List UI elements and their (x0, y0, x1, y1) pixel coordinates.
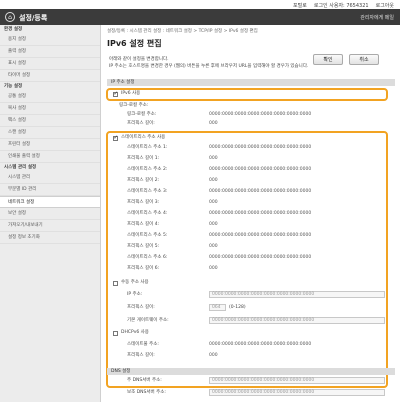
stateless-row-value: 0000:0000:0000:0000:0000:0000:0000:0000 (209, 167, 312, 172)
ok-button[interactable]: 확인 (313, 54, 343, 65)
stateless-row-label: 스테이트리스 주소 2: (127, 167, 168, 172)
dns-secondary-label: 보조 DNS서버 주소: (127, 390, 166, 395)
main-panel: 설정/등록 : 시스템 관리 설정 : 네트워크 설정 > TCP/IP 설정 … (101, 25, 400, 402)
stateless-row-label: 프리픽스 길이 5: (127, 244, 160, 249)
sidebar-item-printer[interactable]: 프린터 설정 (0, 139, 100, 151)
stateless-row-label: 스테이트리스 주소 6: (127, 255, 168, 260)
description-line: IP 주소는 호스트명을 변경한 경우 (웹의) 버튼을 누른 후에 브라우저 … (109, 63, 309, 69)
stateful-address-label: 스테이트풀 주소: (127, 342, 159, 347)
dhcpv6-checkbox[interactable] (113, 331, 118, 336)
stateless-row-label: 스테이트리스 주소 1: (127, 145, 168, 150)
stateless-row-label: 프리픽스 길이 3: (127, 200, 160, 205)
use-ipv6-label: IPv6 사용 (121, 91, 141, 96)
manual-address-label: 수동 주소 사용 (121, 280, 149, 285)
sidebar-item-scan[interactable]: 스캔 설정 (0, 127, 100, 139)
dhcpv6-label: DHCPv6 사용 (121, 330, 149, 335)
sidebar-item-system[interactable]: 시스템 관리 (0, 172, 100, 184)
stateless-row-value: 000 (209, 156, 218, 161)
stateless-label: 스테이트리스 주소 사용 (121, 135, 166, 140)
sidebar-item-timer[interactable]: 타이머 설정 (0, 70, 100, 82)
sidebar-item-dept-id[interactable]: 부문별 ID 관리 (0, 184, 100, 196)
link-local-prefix-label: 프리픽스 길이: (127, 121, 155, 126)
sidebar-item-security[interactable]: 보안 설정 (0, 208, 100, 220)
link-local-prefix-value: 000 (209, 121, 218, 126)
stateless-row-label: 프리픽스 길이 2: (127, 178, 160, 183)
breadcrumb: 설정/등록 : 시스템 관리 설정 : 네트워크 설정 > TCP/IP 설정 … (107, 29, 258, 34)
manual-gateway-input[interactable]: 0000:0000:0000:0000:0000:0000:0000:0000 (209, 317, 385, 324)
app-header: ⌂ 설정/등록 관리자에게 메일 (0, 9, 400, 25)
app-title: 설정/등록 (19, 14, 48, 22)
stateful-prefix-value: 000 (209, 353, 218, 358)
stateful-prefix-label: 프리픽스 길이: (127, 353, 155, 358)
stateless-row-value: 0000:0000:0000:0000:0000:0000:0000:0000 (209, 255, 312, 260)
stateless-checkbox[interactable] (113, 135, 118, 141)
sidebar-section-title: 기능 설정 (4, 84, 23, 89)
manual-ip-label: IP 주소: (127, 292, 143, 297)
home-icon[interactable]: ⌂ (5, 12, 15, 22)
stateless-row-value: 0000:0000:0000:0000:0000:0000:0000:0000 (209, 189, 312, 194)
logout-link[interactable]: 로그아웃 (376, 2, 394, 9)
dns-primary-label: 주 DNS서버 주소: (127, 378, 162, 383)
dns-section-header: DNS 설정 (107, 368, 395, 375)
stateless-row-label: 스테이트리스 주소 3: (127, 189, 168, 194)
stateless-row-value: 0000:0000:0000:0000:0000:0000:0000:0000 (209, 233, 312, 238)
ip-section-header: IP 주소 설정 (107, 79, 395, 86)
stateless-row-label: 프리픽스 길이 4: (127, 222, 160, 227)
sidebar-item-reset[interactable]: 설정 정보 초기화 (0, 232, 100, 244)
sidebar-section-title: 환경 설정 (4, 27, 23, 32)
sidebar-item-display[interactable]: 표시 설정 (0, 58, 100, 70)
stateless-row-label: 스테이트리스 주소 4: (127, 211, 168, 216)
cancel-button[interactable]: 취소 (349, 54, 379, 65)
login-user-text: 로그인 사용자: 7654321 (313, 3, 369, 9)
sidebar-item-fax[interactable]: 팩스 설정 (0, 115, 100, 127)
top-links: 포털로 로그인 사용자: 7654321 로그아웃 (293, 2, 394, 9)
description: 아래와 같이 설정을 변경합니다. IP 주소는 호스트명을 변경한 경우 (웹… (109, 57, 309, 70)
stateless-row-label: 프리픽스 길이 6: (127, 266, 160, 271)
sidebar-item-output[interactable]: 출력 설정 (0, 46, 100, 58)
mail-to-admin-link[interactable]: 관리자에게 메일 (360, 14, 394, 21)
stateless-row-value: 0000:0000:0000:0000:0000:0000:0000:0000 (209, 211, 312, 216)
link-local-title: 링크-로컬 주소: (119, 103, 149, 108)
stateless-row-value: 000 (209, 266, 218, 271)
sidebar-item-copy[interactable]: 복사 설정 (0, 103, 100, 115)
stateless-row-label: 스테이트리스 주소 5: (127, 233, 168, 238)
stateless-row-value: 0000:0000:0000:0000:0000:0000:0000:0000 (209, 145, 312, 150)
dns-primary-input[interactable]: 0000:0000:0000:0000:0000:0000:0000:0000 (209, 377, 385, 384)
sidebar-item-print-output[interactable]: 인쇄물 출력 설정 (0, 151, 100, 163)
manual-prefix-range: (0-128) (229, 305, 246, 310)
manual-ip-input[interactable]: 0000:0000:0000:0000:0000:0000:0000:0000 (209, 291, 385, 298)
sidebar-section-title: 시스템 관리 설정 (4, 165, 37, 170)
page-title: IPv6 설정 편집 (107, 39, 162, 48)
sidebar-item-common[interactable]: 공통 설정 (0, 91, 100, 103)
dns-secondary-input[interactable]: 0000:0000:0000:0000:0000:0000:0000:0000 (209, 389, 385, 396)
stateless-row-value: 000 (209, 178, 218, 183)
stateful-address-value: 0000:0000:0000:0000:0000:0000:0000:0000 (209, 342, 312, 347)
link-local-address-label: 링크-로컬 주소: (127, 112, 157, 117)
sidebar-item-paper[interactable]: 용지 설정 (0, 34, 100, 46)
sidebar-item-import-export[interactable]: 가져오기/내보내기 (0, 220, 100, 232)
manual-prefix-label: 프리픽스 길이: (127, 305, 155, 310)
manual-address-checkbox[interactable] (113, 281, 118, 286)
stateless-row-value: 000 (209, 222, 218, 227)
link-local-address-value: 0000:0000:0000:0000:0000:0000:0000:0000 (209, 112, 312, 117)
stateless-row-label: 프리픽스 길이 1: (127, 156, 160, 161)
manual-prefix-input[interactable]: 064 (209, 304, 226, 311)
stateless-row-value: 000 (209, 200, 218, 205)
top-utility-bar: 포털로 로그인 사용자: 7654321 로그아웃 (0, 0, 400, 9)
portal-link[interactable]: 포털로 (293, 2, 307, 9)
manual-gateway-label: 기본 게이트웨이 주소: (127, 318, 169, 323)
use-ipv6-checkbox[interactable] (113, 91, 118, 97)
highlight-use-ipv6 (106, 88, 388, 101)
stateless-row-value: 000 (209, 244, 218, 249)
sidebar-item-network[interactable]: 네트워크 설정 (0, 196, 100, 208)
sidebar: 환경 설정 용지 설정 출력 설정 표시 설정 타이머 설정 기능 설정 공통 … (0, 25, 101, 402)
